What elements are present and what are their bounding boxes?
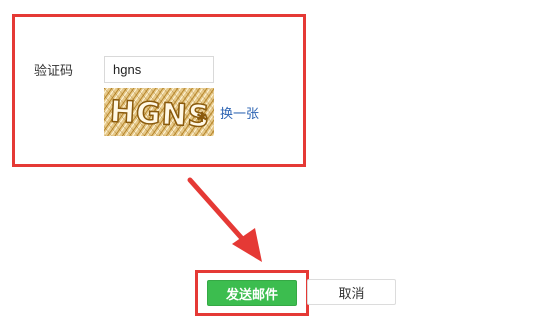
dialog-stage: 验证码 HGNS ✱ 换一张 发送邮件 取消 [0, 0, 550, 325]
cancel-button[interactable]: 取消 [307, 279, 396, 305]
send-email-button[interactable]: 发送邮件 [207, 280, 297, 306]
